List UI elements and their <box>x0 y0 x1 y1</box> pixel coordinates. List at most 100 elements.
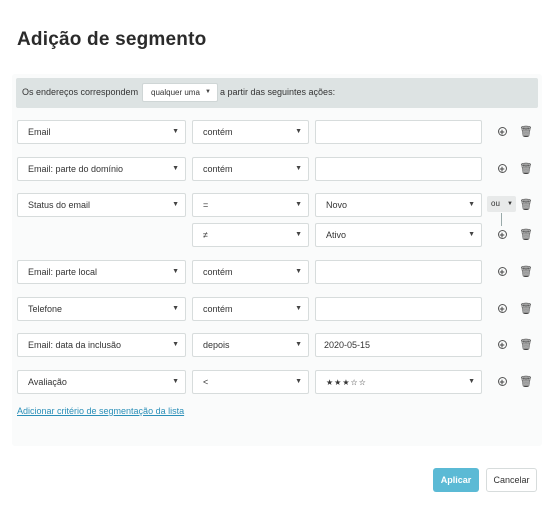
operator-select-value: = <box>203 200 209 210</box>
add-circle-icon: + <box>497 267 507 277</box>
caret-down-icon: ▼ <box>468 231 475 238</box>
trash-icon: 🗑 <box>519 266 533 278</box>
field-select[interactable]: Email: parte local ▼ <box>17 260 186 284</box>
rating-select[interactable]: ★★★☆☆ ▼ <box>315 370 482 394</box>
add-criterion-button[interactable]: + <box>495 162 509 176</box>
operator-select[interactable]: contém ▼ <box>192 157 309 181</box>
field-select[interactable]: Avaliação ▼ <box>17 370 186 394</box>
value-select[interactable]: Ativo ▼ <box>315 223 482 247</box>
match-select[interactable]: qualquer uma ▼ <box>142 83 218 102</box>
add-criterion-button[interactable]: + <box>495 302 509 316</box>
caret-down-icon: ▼ <box>295 268 302 275</box>
banner-suffix: a partir das seguintes ações: <box>220 87 336 97</box>
operator-select[interactable]: = ▼ <box>192 193 309 217</box>
field-select-value: Telefone <box>28 304 63 314</box>
add-circle-icon: + <box>497 127 507 137</box>
match-select-value: qualquer uma <box>151 88 200 97</box>
caret-down-icon: ▼ <box>468 201 475 208</box>
caret-down-icon: ▼ <box>295 305 302 312</box>
caret-down-icon: ▼ <box>468 378 475 385</box>
rating-stars: ★★★☆☆ <box>326 378 367 387</box>
caret-down-icon: ▼ <box>295 231 302 238</box>
caret-down-icon: ▼ <box>295 378 302 385</box>
field-select[interactable]: Email ▼ <box>17 120 186 144</box>
page-title: Adição de segmento <box>17 29 207 50</box>
field-select-value: Email <box>28 127 51 137</box>
add-criterion-button[interactable]: + <box>495 375 509 389</box>
value-select-value: Novo <box>326 200 348 210</box>
add-criterion-button[interactable]: + <box>495 228 509 242</box>
add-circle-icon: + <box>497 164 507 174</box>
delete-criterion-button[interactable]: 🗑 <box>519 302 533 316</box>
field-select[interactable]: Email: data da inclusão ▼ <box>17 333 186 357</box>
add-circle-icon: + <box>497 340 507 350</box>
apply-button[interactable]: Aplicar <box>433 468 479 492</box>
field-select-value: Email: data da inclusão <box>28 340 122 350</box>
add-criterion-button[interactable]: + <box>495 338 509 352</box>
operator-select-value: contém <box>203 127 233 137</box>
trash-icon: 🗑 <box>519 126 533 138</box>
operator-select[interactable]: contém ▼ <box>192 120 309 144</box>
field-select-value: Status do email <box>28 200 91 210</box>
add-criterion-button[interactable]: + <box>495 125 509 139</box>
add-list-criterion-link[interactable]: Adicionar critério de segmentação da lis… <box>17 406 184 416</box>
add-criterion-button[interactable]: + <box>495 265 509 279</box>
caret-down-icon: ▼ <box>172 128 179 135</box>
operator-select-value: contém <box>203 267 233 277</box>
value-select-value: Ativo <box>326 230 347 240</box>
caret-down-icon: ▼ <box>295 201 302 208</box>
caret-down-icon: ▼ <box>507 201 513 207</box>
trash-icon: 🗑 <box>519 339 533 351</box>
delete-criterion-button[interactable]: 🗑 <box>519 338 533 352</box>
caret-down-icon: ▼ <box>172 201 179 208</box>
operator-select[interactable]: contém ▼ <box>192 297 309 321</box>
caret-down-icon: ▼ <box>172 341 179 348</box>
field-select[interactable]: Email: parte do domínio ▼ <box>17 157 186 181</box>
match-banner: Os endereços correspondem qualquer uma ▼… <box>16 78 538 108</box>
value-input[interactable] <box>315 120 482 144</box>
delete-criterion-button[interactable]: 🗑 <box>519 162 533 176</box>
value-select[interactable]: Novo ▼ <box>315 193 482 217</box>
banner-prefix: Os endereços correspondem <box>22 87 139 97</box>
trash-icon: 🗑 <box>519 376 533 388</box>
field-select[interactable]: Telefone ▼ <box>17 297 186 321</box>
cancel-button[interactable]: Cancelar <box>486 468 537 492</box>
field-select-value: Email: parte do domínio <box>28 164 124 174</box>
add-circle-icon: + <box>497 230 507 240</box>
add-circle-icon: + <box>497 304 507 314</box>
delete-criterion-button[interactable]: 🗑 <box>519 228 533 242</box>
date-input[interactable]: 2020-05-15 <box>315 333 482 357</box>
value-input[interactable] <box>315 297 482 321</box>
delete-criterion-button[interactable]: 🗑 <box>519 265 533 279</box>
field-select[interactable]: Status do email ▼ <box>17 193 186 217</box>
operator-select-value: depois <box>203 340 230 350</box>
operator-select[interactable]: < ▼ <box>192 370 309 394</box>
value-input[interactable] <box>315 157 482 181</box>
delete-criterion-button[interactable]: 🗑 <box>519 198 533 212</box>
delete-criterion-button[interactable]: 🗑 <box>519 375 533 389</box>
caret-down-icon: ▼ <box>172 268 179 275</box>
operator-select-value: < <box>203 377 209 387</box>
operator-select-value: ≠ <box>203 230 208 240</box>
operator-select[interactable]: contém ▼ <box>192 260 309 284</box>
operator-select[interactable]: depois ▼ <box>192 333 309 357</box>
operator-select[interactable]: ≠ ▼ <box>192 223 309 247</box>
or-connector-line <box>501 213 502 226</box>
trash-icon: 🗑 <box>519 199 533 211</box>
caret-down-icon: ▼ <box>172 305 179 312</box>
operator-select-value: contém <box>203 304 233 314</box>
or-select[interactable]: ou ▼ <box>487 196 516 212</box>
or-select-value: ou <box>491 199 500 208</box>
caret-down-icon: ▼ <box>295 165 302 172</box>
trash-icon: 🗑 <box>519 303 533 315</box>
field-select-value: Avaliação <box>28 377 67 387</box>
caret-down-icon: ▼ <box>172 165 179 172</box>
delete-criterion-button[interactable]: 🗑 <box>519 125 533 139</box>
trash-icon: 🗑 <box>519 163 533 175</box>
field-select-value: Email: parte local <box>28 267 98 277</box>
caret-down-icon: ▼ <box>295 341 302 348</box>
caret-down-icon: ▼ <box>205 89 211 95</box>
trash-icon: 🗑 <box>519 229 533 241</box>
operator-select-value: contém <box>203 164 233 174</box>
value-input[interactable] <box>315 260 482 284</box>
